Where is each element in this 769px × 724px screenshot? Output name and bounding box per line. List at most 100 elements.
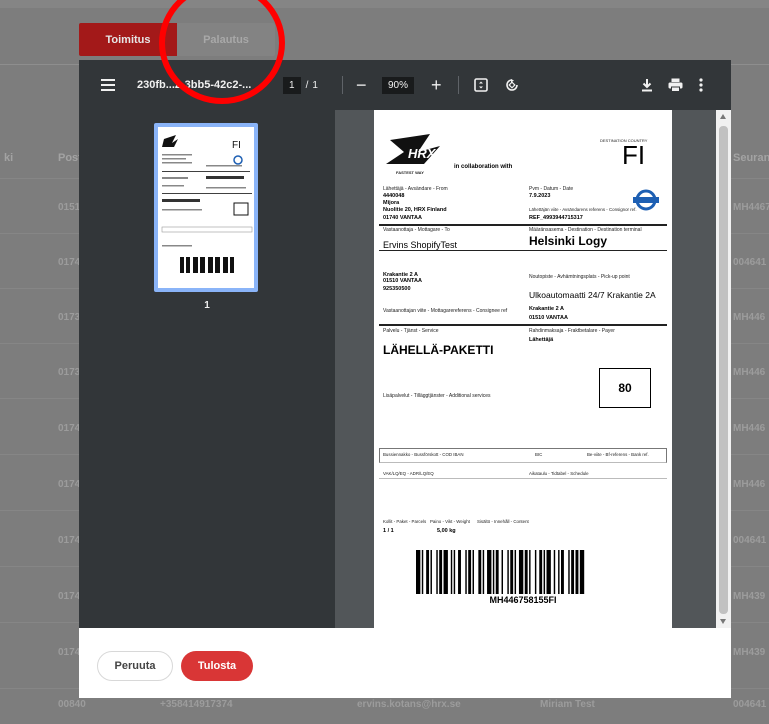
page-thumbnail[interactable]: FI — [154, 123, 258, 292]
label-divider — [379, 224, 667, 226]
row-tracking: 004641 — [733, 535, 767, 546]
row-name: Miriam Test — [540, 699, 595, 710]
row-email: ervins.kotans@hrx.se — [357, 699, 461, 710]
barcode-bar — [421, 550, 424, 594]
rotate-icon[interactable] — [505, 60, 519, 110]
more-options-icon[interactable] — [699, 60, 703, 110]
zoom-field-wrap: 90% — [382, 60, 415, 110]
barcode-bar — [482, 550, 485, 594]
pickup-name: Ulkoautomaatti 24/7 Krakantie 2A — [529, 290, 656, 300]
barcode-bar — [543, 550, 546, 594]
fit-page-icon[interactable] — [474, 60, 488, 110]
row-post: 0174 — [58, 423, 81, 434]
row-tracking: MH446 — [733, 423, 766, 434]
payer-label: Rahdinmaksaja - Fraktbetalare - Payer — [529, 328, 615, 334]
barcode-bar — [426, 550, 430, 594]
barcode-bar — [507, 550, 509, 594]
weight-label: Paino - Vikt - Weight — [430, 519, 470, 524]
route-code-box: 80 — [599, 368, 651, 408]
sender-name: Mijora — [383, 200, 400, 206]
menu-icon[interactable] — [101, 60, 115, 110]
viewer-scrollbar[interactable] — [716, 110, 731, 628]
barcode-bar — [487, 550, 492, 594]
row-tracking: MH446 — [733, 479, 766, 490]
adr-label: VAK/LQ/EQ - ADR/LQ/EQ — [383, 471, 434, 476]
download-icon[interactable] — [641, 60, 653, 110]
barcode-text: MH446758155FI — [489, 595, 557, 605]
barcode-bar — [510, 550, 514, 594]
service-label: Palvelu - Tjänst - Service — [383, 328, 439, 334]
barcode-bar — [501, 550, 503, 594]
toolbar-divider — [458, 60, 459, 110]
row-post: 0174 — [58, 535, 81, 546]
label-divider — [379, 478, 667, 479]
barcode-bar — [492, 550, 495, 594]
barcode-bar — [553, 550, 556, 594]
date-value: 7.9.2023 — [529, 193, 551, 199]
row-tracking: MH446 — [733, 312, 766, 323]
print-button[interactable]: Tulosta — [181, 651, 253, 681]
print-icon[interactable] — [668, 60, 683, 110]
date-label: Pvm - Datum - Date — [529, 186, 574, 192]
scroll-down-icon[interactable] — [720, 619, 726, 624]
sender-address: Nuolitie 20, HRX Finland — [383, 207, 447, 213]
pdf-viewer: 230fb...2-3bb5-42c2-... 1 / 1 − 90% + FI… — [79, 60, 731, 628]
thumbnail-panel: FI 1 — [79, 110, 335, 628]
scroll-up-icon[interactable] — [720, 114, 726, 119]
row-post: 00840 — [58, 699, 86, 710]
receiver-name: Ervins ShopifyTest — [383, 240, 458, 250]
additional-services-label: Lisäpalvelut - Tilläggtjänster - Additio… — [383, 393, 491, 399]
cod-label: Bussiennakko - Bussförskott - COD IBAN — [383, 452, 464, 457]
barcode-bar — [453, 550, 456, 594]
label-divider — [379, 250, 667, 251]
cancel-button[interactable]: Peruuta — [97, 651, 173, 681]
barcode-bar — [571, 550, 575, 594]
parcels-label: Kollit - Paket - Parcels — [383, 519, 427, 524]
zoom-input[interactable]: 90% — [382, 76, 415, 94]
barcode-bar — [465, 550, 467, 594]
row-phone: +358414917374 — [160, 699, 233, 710]
barcode-bar — [514, 550, 517, 594]
row-tracking: 004641 — [733, 257, 767, 268]
barcode-bar — [458, 550, 461, 594]
parcels-value: 1 / 1 — [383, 528, 394, 534]
collab-text: in collaboration with — [454, 164, 513, 170]
barcode-bar — [416, 550, 421, 594]
receiver-ref-label: Vastaanottajan viite - Mottagarereferens… — [383, 308, 508, 314]
pickup-street: Krakantie 2 A — [529, 306, 564, 312]
zoom-out-icon[interactable]: − — [356, 60, 367, 110]
schedule-label: Aikataulu - Tidtabel - Schedule — [529, 471, 589, 476]
barcode-bar — [439, 550, 443, 594]
page-number-input[interactable]: 1 — [283, 76, 301, 94]
sender-city: 01740 VANTAA — [383, 215, 422, 221]
barcode-bar — [430, 550, 432, 594]
column-header-tracking: Seurant — [733, 152, 769, 164]
weight-value: 5,00 kg — [437, 528, 456, 534]
barcode-bar — [518, 550, 524, 594]
receiver-phone: 925350500 — [383, 286, 411, 292]
row-tracking: MH4467 — [733, 202, 769, 213]
scrollbar-thumb[interactable] — [719, 126, 728, 614]
dest-terminal-label: Määränsasema - Destination - Destination… — [529, 227, 642, 233]
pickup-label: Noutopiste - Avhämtningsplats - Pick-up … — [529, 274, 630, 280]
content-label: Sisältö - Innehåll - Content — [477, 519, 529, 524]
dest-country: FI — [622, 140, 646, 170]
thumbnail-preview: FI — [158, 127, 254, 288]
barcode-bar — [579, 550, 585, 594]
toolbar-divider — [342, 60, 343, 110]
modal-footer: Peruuta Tulosta — [79, 628, 731, 698]
sender-id: 4440048 — [383, 193, 405, 199]
barcode-bar — [534, 550, 537, 594]
payer-value: Lähettäjä — [529, 337, 554, 343]
print-label-modal: 230fb...2-3bb5-42c2-... 1 / 1 − 90% + FI… — [79, 60, 731, 698]
zoom-in-icon[interactable]: + — [431, 60, 442, 110]
barcode-bar — [568, 550, 570, 594]
barcode-bar — [558, 550, 560, 594]
shipment-barcode — [416, 550, 632, 599]
sender-ref: REF_4993944715317 — [529, 215, 583, 221]
svg-text:HRX: HRX — [408, 146, 437, 161]
sender-ref-label: Lähettäjän viite - Avsändarens referens … — [529, 207, 637, 212]
row-tracking: MH439 — [733, 647, 766, 658]
thumbnail-page-number: 1 — [204, 300, 210, 311]
row-tracking: 004641 — [733, 699, 767, 710]
